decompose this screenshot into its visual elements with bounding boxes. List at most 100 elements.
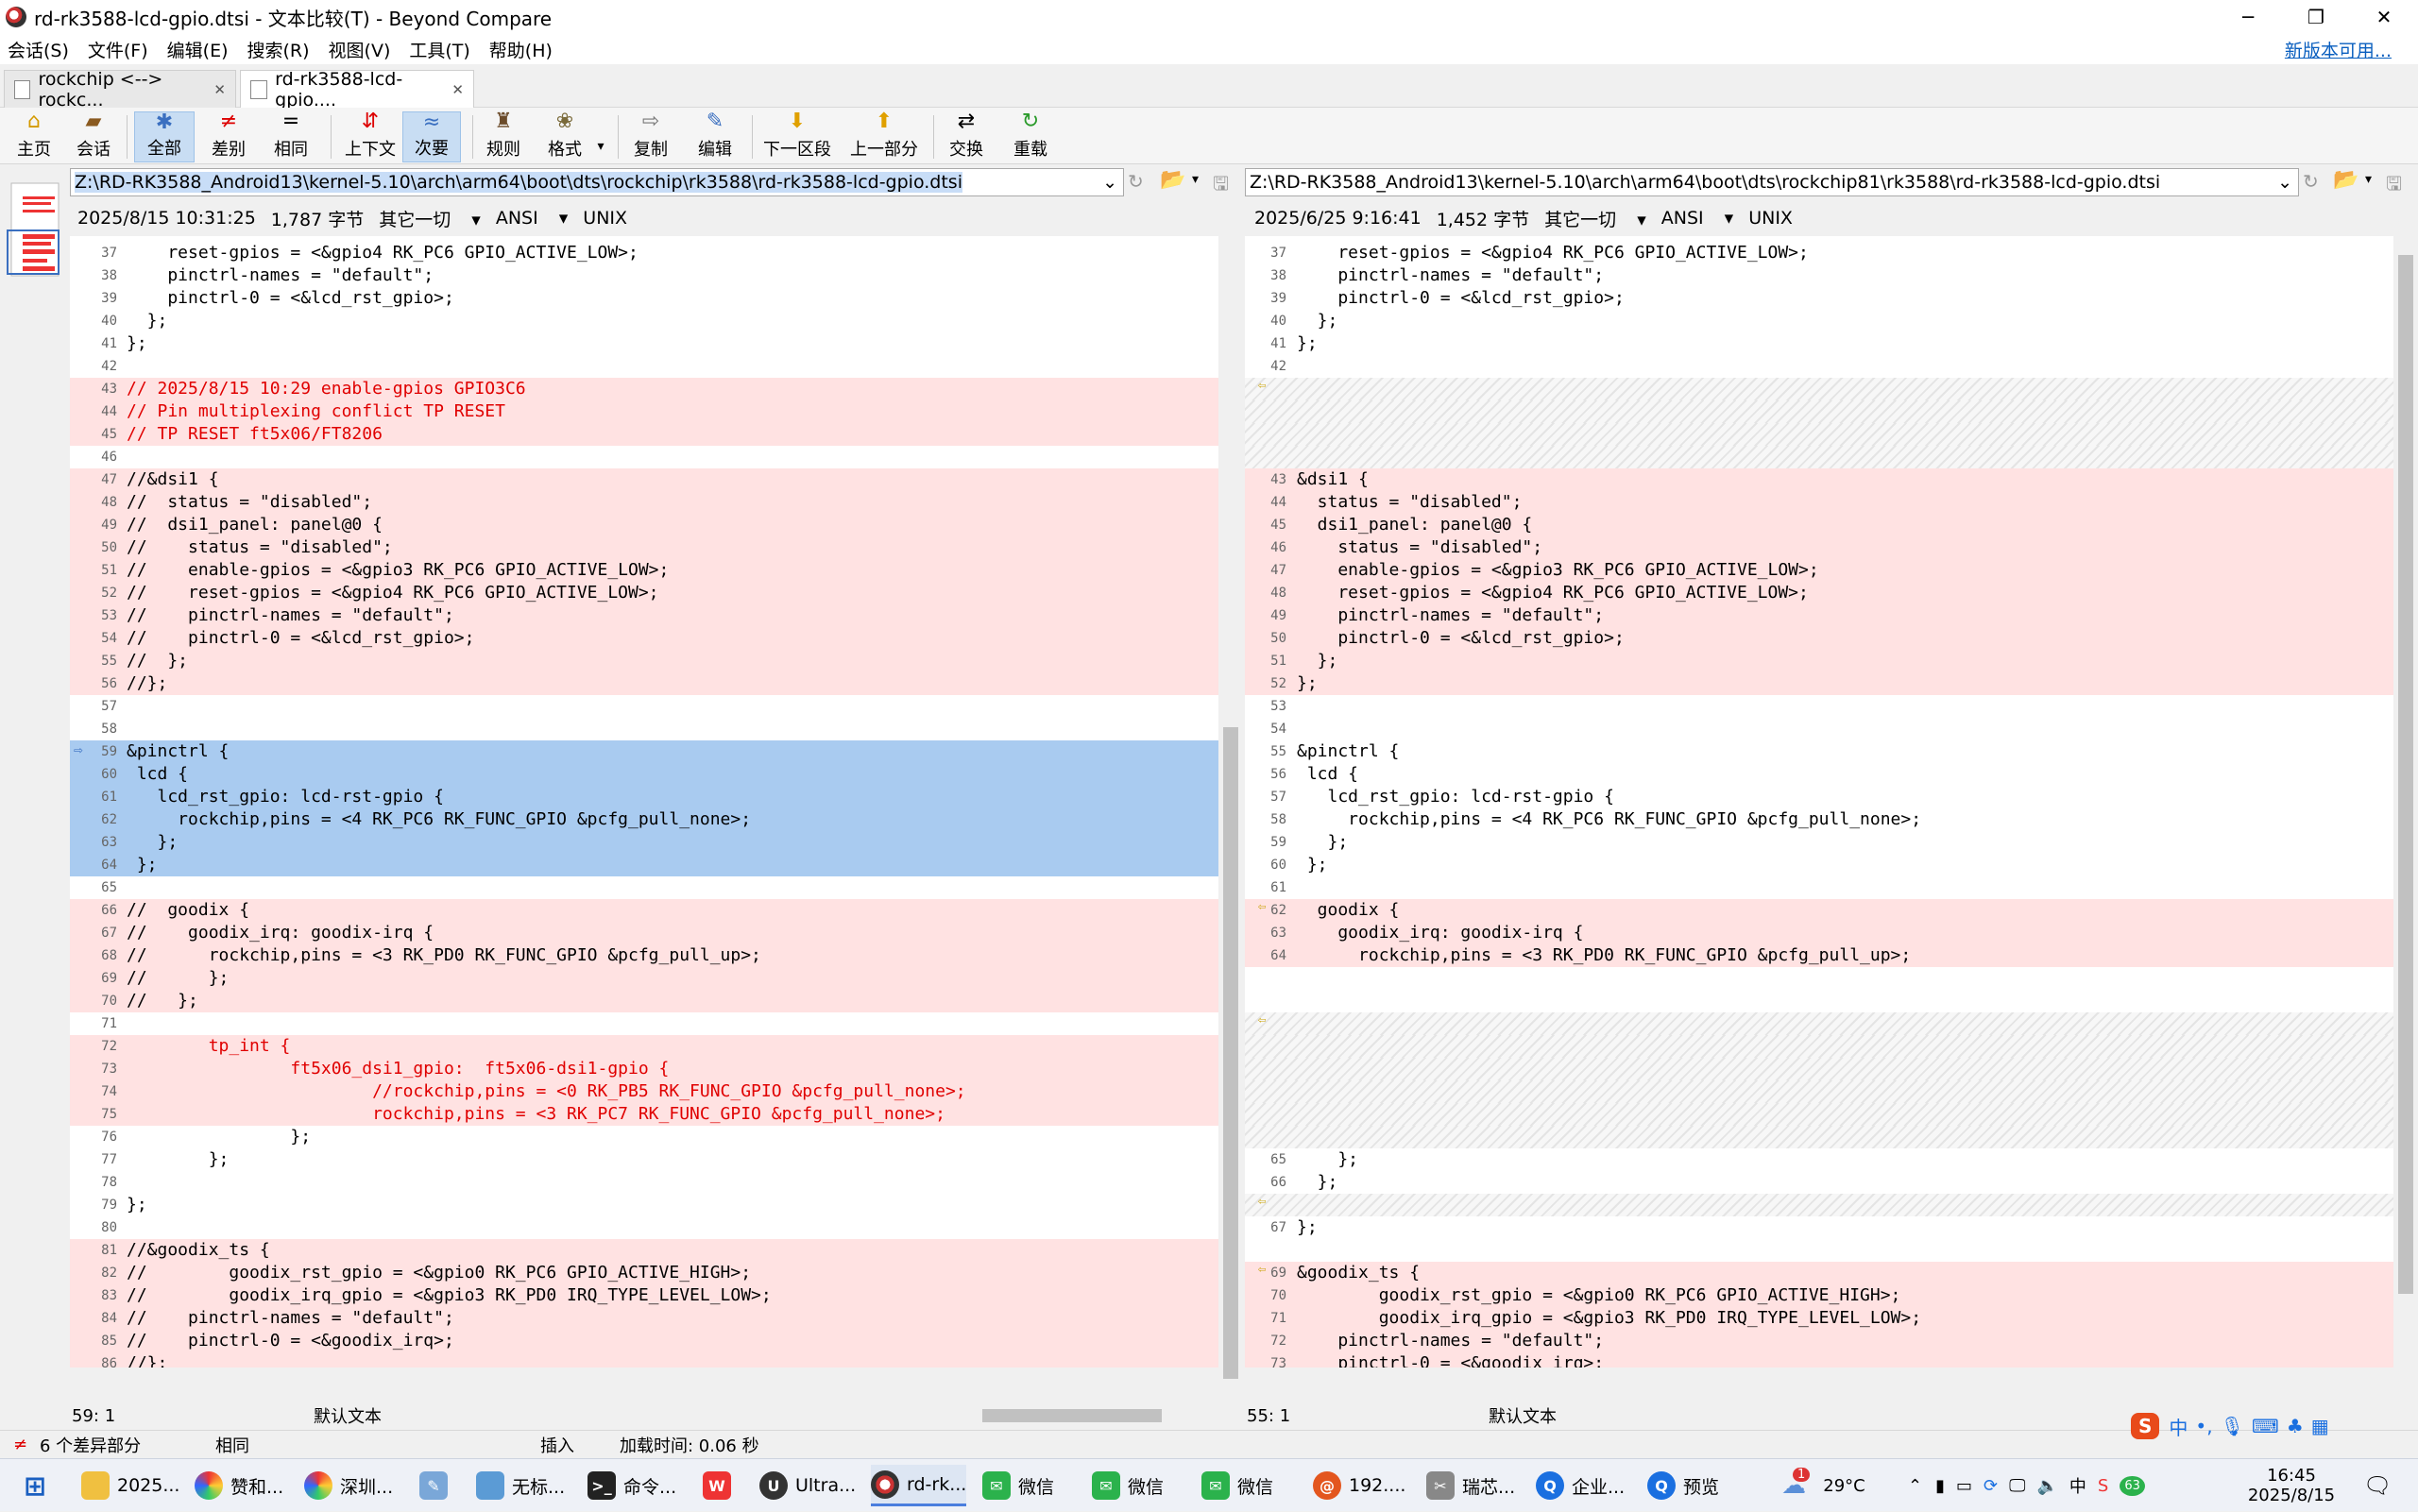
left-code-line[interactable]: 59 &pinctrl { [70,740,1218,763]
new-version-link[interactable]: 新版本可用... [2285,37,2392,62]
right-code-line[interactable]: 38 pinctrl-names = "default"; [1245,264,2393,287]
sogou-icon[interactable]: S [2098,1476,2108,1496]
right-code-line[interactable]: 70 goodix_rst_gpio = <&gpio0 RK_PC6 GPIO… [1245,1284,2393,1307]
next-section-button[interactable]: ⬇ 下一区段 [761,111,833,162]
right-code-line[interactable] [1245,967,2393,990]
show-all-button[interactable]: ✱ 全部 [134,111,195,162]
right-code-line[interactable]: 65 }; [1245,1148,2393,1171]
menu-file[interactable]: 文件(F) [88,37,148,62]
right-code-line[interactable]: 56 lcd { [1245,763,2393,786]
menu-search[interactable]: 搜索(R) [247,37,310,62]
restore-button[interactable]: ❐ [2282,0,2350,34]
right-code-line[interactable]: 60 }; [1245,854,2393,876]
rules-button[interactable]: ♜ 规则 [480,111,527,162]
left-code-line[interactable]: 70 // }; [70,990,1218,1012]
taskbar-item-wechat-1[interactable]: ✉ 微信 [982,1465,1054,1506]
left-vertical-scrollbar[interactable] [1220,236,1241,1392]
right-code-line[interactable]: 48 reset-gpios = <&gpio4 RK_PC6 GPIO_ACT… [1245,582,2393,604]
taskbar-item-wechat-3[interactable]: ✉ 微信 [1201,1465,1273,1506]
right-code-line[interactable]: 40 }; [1245,310,2393,332]
left-code-line[interactable]: 51 // enable-gpios = <&gpio3 RK_PC6 GPIO_… [70,559,1218,582]
menu-grid-icon[interactable]: ▦ [2311,1415,2329,1437]
copy-to-left-arrow-icon[interactable]: ⇦ [1258,899,1266,914]
right-code-line[interactable]: 73 pinctrl-0 = <&goodix_irq>; [1245,1352,2393,1368]
right-path-input[interactable]: Z:\RD-RK3588_Android13\kernel-5.10\arch\… [1245,168,2299,196]
right-code-line[interactable]: 55 &pinctrl { [1245,740,2393,763]
taskbar-item-preview[interactable]: Q 预览 [1647,1465,1719,1506]
tray-display-icon[interactable]: 🖵 [2009,1476,2025,1496]
right-code-line[interactable] [1245,1058,2393,1080]
skin-icon[interactable]: ♣ [2287,1415,2304,1437]
chevron-down-icon[interactable]: ⌄ [2277,172,2292,193]
left-code-line[interactable]: 84 // pinctrl-names = "default"; [70,1307,1218,1330]
left-code-line[interactable]: 68 // rockchip,pins = <3 RK_PD0 RK_FUNC_G… [70,944,1218,967]
right-code-line[interactable]: 69 &goodix_ts { [1245,1262,2393,1284]
taskbar-item-wechat-2[interactable]: ✉ 微信 [1092,1465,1164,1506]
right-code-line[interactable]: 49 pinctrl-names = "default"; [1245,604,2393,627]
session-button[interactable]: ▰ 会话 [66,111,121,162]
left-code-line[interactable]: 50 // status = "disabled"; [70,536,1218,559]
left-code-line[interactable]: 54 // pinctrl-0 = <&lcd_rst_gpio>; [70,627,1218,650]
show-same-button[interactable]: = 相同 [263,111,319,162]
taskbar-item-rockchip-tool[interactable]: ✂ 瑞芯... [1426,1465,1515,1506]
close-button[interactable]: ✕ [2350,0,2418,34]
volume-icon[interactable]: 🔈 [2036,1476,2057,1496]
chevron-down-icon[interactable]: ⌄ [1102,172,1117,193]
left-code-line[interactable]: 74 //rockchip,pins = <0 RK_PB5 RK_FUNC_G… [70,1080,1218,1103]
left-code-line[interactable]: 65 [70,876,1218,899]
home-button[interactable]: ⌂ 主页 [11,111,57,162]
left-code-line[interactable]: 76 }; [70,1126,1218,1148]
microphone-icon[interactable]: 🎙 [2221,1415,2244,1437]
right-code-line[interactable]: 52}; [1245,672,2393,695]
right-code-line[interactable]: 66 }; [1245,1171,2393,1194]
show-diffs-button[interactable]: ≠ 差别 [200,111,257,162]
taskbar-item-notepad[interactable]: 无标... [476,1465,565,1506]
right-code-line[interactable]: 58 rockchip,pins = <4 RK_PC6 RK_FUNC_GPI… [1245,808,2393,831]
right-text-pane[interactable]: 37 reset-gpios = <&gpio4 RK_PC6 GPIO_ACT… [1245,236,2393,1368]
history-icon[interactable]: ↻ [1128,170,1144,193]
tray-battery-icon[interactable]: ▭ [1956,1476,1972,1496]
right-code-line[interactable]: 39 pinctrl-0 = <&lcd_rst_gpio>; [1245,287,2393,310]
right-code-line[interactable]: 50 pinctrl-0 = <&lcd_rst_gpio>; [1245,627,2393,650]
menu-edit[interactable]: 编辑(E) [167,37,229,62]
prev-section-button[interactable]: ⬆ 上一部分 [848,111,920,162]
taskbar-item-remote[interactable]: @192.... [1313,1465,1405,1506]
right-code-line[interactable]: 67}; [1245,1216,2393,1239]
left-code-line[interactable]: 66 // goodix { [70,899,1218,922]
swap-button[interactable]: ⇄ 交换 [943,111,990,162]
right-code-line[interactable] [1245,378,2393,400]
menu-session[interactable]: 会话(S) [8,37,69,62]
scrollbar-thumb[interactable] [1223,727,1238,1379]
chevron-up-icon[interactable]: ⌃ [1908,1476,1922,1496]
taskbar-item-ultraedit[interactable]: U Ultra... [759,1465,856,1506]
left-code-line[interactable]: 47 //&dsi1 { [70,468,1218,491]
left-code-line[interactable]: 52 // reset-gpios = <&gpio4 RK_PC6 GPIO_A… [70,582,1218,604]
diff-thumbnail-overview[interactable] [0,164,70,1413]
taskbar-item-wps[interactable]: W [703,1465,739,1506]
left-code-line[interactable]: 39 pinctrl-0 = <&lcd_rst_gpio>; [70,287,1218,310]
close-tab-icon[interactable]: ✕ [451,81,464,98]
tab-folder-compare[interactable]: rockchip <--> rockc... ✕ [4,69,236,110]
left-code-line[interactable]: 82 // goodix_rst_gpio = <&gpio0 RK_PC6 GP… [70,1262,1218,1284]
right-code-line[interactable]: 45 dsi1_panel: panel@0 { [1245,514,2393,536]
left-code-line[interactable]: 77 }; [70,1148,1218,1171]
reload-button[interactable]: ↻ 重载 [1007,111,1054,162]
left-code-line[interactable]: 44 // Pin multiplexing conflict TP RESET [70,400,1218,423]
taskbar-item-enterprise[interactable]: Q 企业... [1536,1465,1625,1506]
right-code-line[interactable] [1245,1126,2393,1148]
left-code-line[interactable]: 63 }; [70,831,1218,854]
right-code-line[interactable] [1245,446,2393,468]
left-code-line[interactable]: 86 //}; [70,1352,1218,1368]
encoding-dropdown[interactable]: ANSI ▾ [496,208,568,229]
tab-text-compare[interactable]: rd-rk3588-lcd-gpio.... ✕ [240,69,474,110]
taskbar-item-beyond-compare[interactable]: rd-rk... [871,1465,967,1506]
left-code-line[interactable]: 67 // goodix_irq: goodix-irq { [70,922,1218,944]
compare-option-dropdown[interactable]: 其它一切 ▾ [1544,206,1646,231]
punctuation-icon[interactable]: •, [2195,1415,2212,1437]
weather-widget[interactable]: ☁ 1 29°C [1781,1459,1865,1512]
left-code-line[interactable]: 46 [70,446,1218,468]
right-code-line[interactable]: 59 }; [1245,831,2393,854]
left-code-line[interactable]: 42 [70,355,1218,378]
right-code-line[interactable] [1245,1035,2393,1058]
start-button[interactable]: ⊞ [21,1465,57,1506]
